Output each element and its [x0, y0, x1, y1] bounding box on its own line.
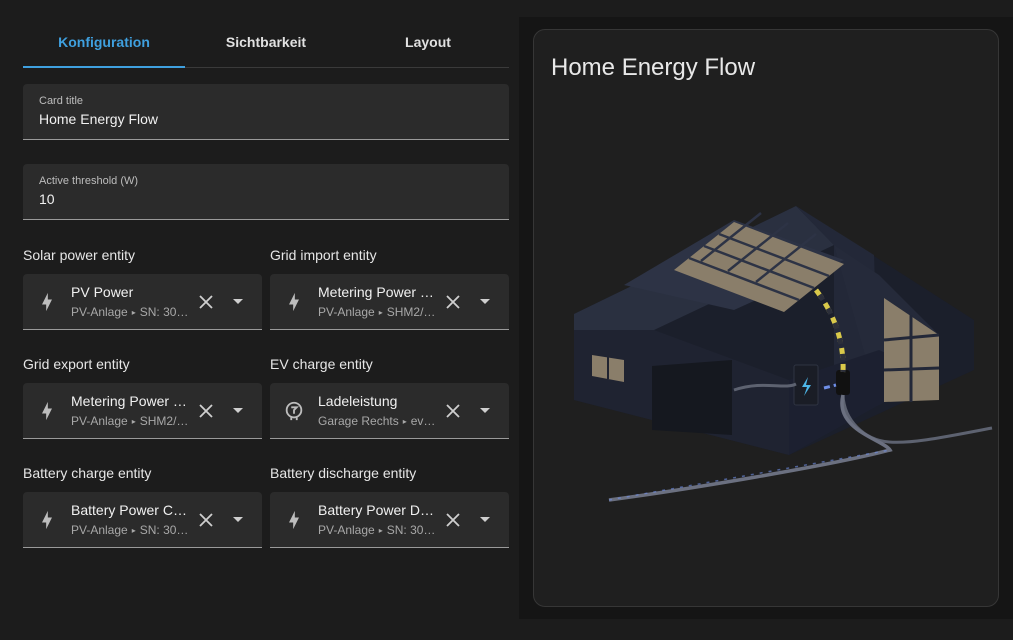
- entity-grid: Solar power entity PV Power PV-Anlage ▸ SN…: [23, 236, 509, 563]
- entity-title: Grid import entity: [270, 247, 377, 263]
- lightning-bolt-icon: [23, 510, 71, 530]
- clear-icon[interactable]: [437, 403, 469, 418]
- lightning-bolt-icon: [23, 292, 71, 312]
- entity-area: Garage Rechts: [318, 414, 399, 428]
- card-title-value[interactable]: Home Energy Flow: [39, 111, 493, 127]
- lightning-bolt-icon: [23, 401, 71, 421]
- entity-device: SN: 30…: [139, 523, 189, 537]
- entity-name: Metering Power …: [318, 284, 434, 300]
- chevron-down-icon[interactable]: [222, 298, 254, 305]
- entity-context: PV-Anlage ▸ SN: 30…: [71, 305, 189, 319]
- chevron-down-icon[interactable]: [222, 407, 254, 414]
- entity-name: PV Power: [71, 284, 134, 300]
- entity-name: Battery Power Di…: [318, 502, 436, 518]
- battery-discharge-entity-group: Battery discharge entity Battery Power D…: [270, 454, 509, 563]
- entity-picker[interactable]: PV Power PV-Anlage ▸ SN: 30…: [23, 274, 262, 330]
- clear-icon[interactable]: [190, 294, 222, 309]
- chevron-down-icon[interactable]: [469, 407, 501, 414]
- entity-title: Battery discharge entity: [270, 465, 417, 481]
- entity-device: ev…: [410, 414, 436, 428]
- entity-picker[interactable]: Metering Power … PV-Anlage ▸ SHM2/…: [270, 274, 509, 330]
- threshold-value[interactable]: 10: [39, 191, 493, 207]
- entity-picker[interactable]: Ladeleistung Garage Rechts ▸ ev…: [270, 383, 509, 439]
- threshold-field[interactable]: Active threshold (W) 10: [23, 164, 509, 220]
- entity-context: PV-Anlage ▸ SHM2/…: [71, 414, 189, 428]
- active-tab-indicator: [23, 66, 185, 68]
- entity-picker[interactable]: Battery Power Di… PV-Anlage ▸ SN: 30…: [270, 492, 509, 548]
- entity-name: Battery Power Ch…: [71, 502, 189, 518]
- entity-device: SHM2/…: [139, 414, 189, 428]
- threshold-label: Active threshold (W): [39, 175, 139, 187]
- entity-context: PV-Anlage ▸ SN: 30…: [318, 523, 436, 537]
- chevron-down-icon[interactable]: [469, 298, 501, 305]
- ev-station-icon: [270, 400, 318, 422]
- entity-device: SN: 30…: [386, 523, 436, 537]
- battery-charge-entity-group: Battery charge entity Battery Power Ch… …: [23, 454, 262, 563]
- grid-export-entity-group: Grid export entity Metering Power … PV-A…: [23, 345, 262, 454]
- entity-area: PV-Anlage: [318, 523, 375, 537]
- tab-layout[interactable]: Layout: [347, 16, 509, 67]
- clear-icon[interactable]: [437, 294, 469, 309]
- entity-context: PV-Anlage ▸ SHM2/…: [318, 305, 436, 319]
- entity-context: PV-Anlage ▸ SN: 30…: [71, 523, 189, 537]
- entity-title: EV charge entity: [270, 356, 373, 372]
- entity-name: Ladeleistung: [318, 393, 398, 409]
- chevron-down-icon[interactable]: [222, 516, 254, 523]
- ev-charge-entity-group: EV charge entity Ladeleistung Garage Rec…: [270, 345, 509, 454]
- clear-icon[interactable]: [190, 403, 222, 418]
- house-illustration: [574, 206, 993, 502]
- entity-area: PV-Anlage: [71, 414, 128, 428]
- entity-picker[interactable]: Metering Power … PV-Anlage ▸ SHM2/…: [23, 383, 262, 439]
- entity-area: PV-Anlage: [71, 305, 128, 319]
- card-title-label: Card title: [39, 95, 84, 107]
- lightning-bolt-icon: [270, 510, 318, 530]
- clear-icon[interactable]: [190, 512, 222, 527]
- entity-title: Battery charge entity: [23, 465, 152, 481]
- tab-konfiguration[interactable]: Konfiguration: [23, 16, 185, 67]
- entity-title: Grid export entity: [23, 356, 130, 372]
- grid-import-entity-group: Grid import entity Metering Power … PV-A…: [270, 236, 509, 345]
- energy-flow-card: Home Energy Flow: [533, 29, 999, 607]
- clear-icon[interactable]: [437, 512, 469, 527]
- entity-context: Garage Rechts ▸ ev…: [318, 414, 436, 428]
- card-title-field[interactable]: Card title Home Energy Flow: [23, 84, 509, 140]
- card-editor: Konfiguration Sichtbarkeit Layout Card t…: [23, 16, 509, 563]
- entity-device: SN: 30…: [139, 305, 189, 319]
- entity-area: PV-Anlage: [318, 305, 375, 319]
- editor-tabs: Konfiguration Sichtbarkeit Layout: [23, 16, 509, 68]
- lightning-bolt-icon: [270, 292, 318, 312]
- chevron-down-icon[interactable]: [469, 516, 501, 523]
- entity-picker[interactable]: Battery Power Ch… PV-Anlage ▸ SN: 30…: [23, 492, 262, 548]
- entity-device: SHM2/…: [386, 305, 436, 319]
- entity-area: PV-Anlage: [71, 523, 128, 537]
- entity-name: Metering Power …: [71, 393, 187, 409]
- tab-sichtbarkeit[interactable]: Sichtbarkeit: [185, 16, 347, 67]
- solar-entity-group: Solar power entity PV Power PV-Anlage ▸ SN…: [23, 236, 262, 345]
- entity-title: Solar power entity: [23, 247, 136, 263]
